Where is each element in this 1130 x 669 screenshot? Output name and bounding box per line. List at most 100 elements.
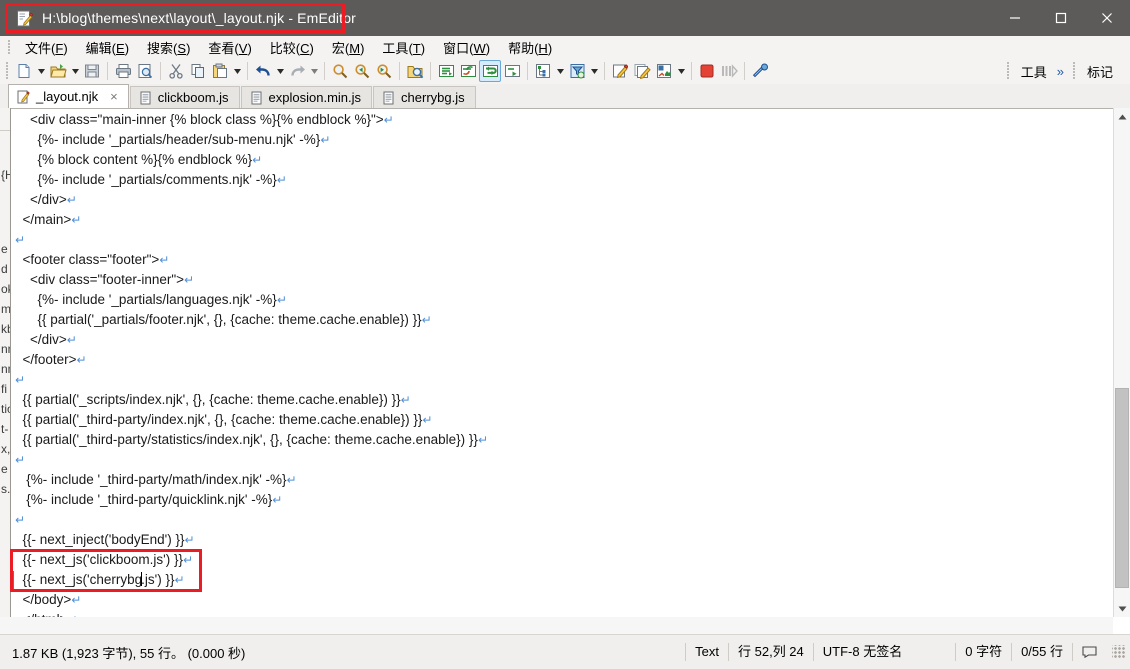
toolbar: 工具 » 标记 xyxy=(0,58,1130,85)
menu-item-macro[interactable]: 宏(M) xyxy=(323,36,374,59)
eol-marker: ↵ xyxy=(71,593,82,607)
horizontal-scrollbar[interactable] xyxy=(0,617,1113,634)
new-file-dropdown[interactable] xyxy=(35,60,47,82)
status-caret-position[interactable]: 行 52,列 24 xyxy=(728,643,813,661)
status-right-group: Text 行 52,列 24 UTF-8 无签名 0 字符 0/55 行 xyxy=(685,641,1130,663)
tab-explosion-min-js[interactable]: explosion.min.js xyxy=(240,86,373,108)
tab-layout-njk[interactable]: _layout.njk × xyxy=(8,84,129,108)
scroll-down-icon[interactable] xyxy=(1114,600,1130,617)
stop-icon[interactable] xyxy=(696,60,718,82)
find-icon[interactable] xyxy=(329,60,351,82)
menu-item-search[interactable]: 搜索(S) xyxy=(138,36,199,59)
outline-dropdown[interactable] xyxy=(554,60,566,82)
code-line: </div>↵ xyxy=(15,332,77,347)
tab-clickboom-js[interactable]: clickboom.js xyxy=(129,86,240,108)
undo-icon[interactable] xyxy=(252,60,274,82)
menu-item-view[interactable]: 查看(V) xyxy=(199,36,260,59)
vertical-scrollbar-thumb[interactable] xyxy=(1115,388,1129,588)
macro-play-icon[interactable] xyxy=(631,60,653,82)
menu-item-compare[interactable]: 比较(C) xyxy=(261,36,323,59)
eol-marker: ↵ xyxy=(174,573,185,587)
side-panel-line: e xyxy=(1,242,8,256)
close-icon[interactable] xyxy=(1084,0,1130,36)
filter-icon[interactable] xyxy=(566,60,588,82)
js-file-icon xyxy=(139,91,152,105)
replace-next-icon[interactable] xyxy=(501,60,523,82)
replace-in-files-icon[interactable] xyxy=(457,60,479,82)
status-encoding[interactable]: UTF-8 无签名 xyxy=(812,643,911,661)
eol-marker: ↵ xyxy=(66,333,77,347)
new-file-icon[interactable] xyxy=(13,60,35,82)
step-icon[interactable] xyxy=(718,60,740,82)
cut-icon[interactable] xyxy=(165,60,187,82)
macro-record-icon[interactable] xyxy=(609,60,631,82)
speech-bubble-icon[interactable] xyxy=(1072,643,1106,661)
vertical-scrollbar[interactable] xyxy=(1113,108,1130,617)
print-icon[interactable] xyxy=(112,60,134,82)
status-file-type[interactable]: Text xyxy=(685,643,728,661)
save-icon[interactable] xyxy=(81,60,103,82)
code-line: </body>↵ xyxy=(15,592,82,607)
code-line: {{ partial('_third-party/statistics/inde… xyxy=(15,432,489,447)
toolbar-separator xyxy=(247,62,248,80)
paste-dropdown[interactable] xyxy=(231,60,243,82)
status-selected-lines: 0/55 行 xyxy=(1011,643,1072,661)
code-line: {%- include '_partials/languages.njk' -%… xyxy=(15,292,287,307)
find-in-files-icon[interactable] xyxy=(404,60,426,82)
replace-all-icon[interactable] xyxy=(479,60,501,82)
replace-icon[interactable] xyxy=(435,60,457,82)
menu-item-help[interactable]: 帮助(H) xyxy=(499,36,561,59)
code-text[interactable]: <div class="main-inner {% block class %}… xyxy=(15,110,1085,632)
side-panel-line: nn xyxy=(1,362,10,376)
redo-dropdown[interactable] xyxy=(308,60,320,82)
code-line: ↵ xyxy=(15,450,1085,470)
copy-icon[interactable] xyxy=(187,60,209,82)
toolbar-separator xyxy=(691,62,692,80)
clipped-side-panel[interactable]: {H e d ok m kb nn nn fi tio t- x,j e s.j xyxy=(0,108,11,634)
eol-marker: ↵ xyxy=(184,273,195,287)
open-file-icon[interactable] xyxy=(47,60,69,82)
customize-icon[interactable] xyxy=(749,60,771,82)
code-line: {{- next_inject('bodyEnd') }}↵ xyxy=(15,532,195,547)
find-next-icon[interactable] xyxy=(373,60,395,82)
mark-toolbar-grip[interactable] xyxy=(1072,62,1076,80)
toolbar-overflow-tools-label[interactable]: 工具 xyxy=(1014,61,1054,82)
menu-item-window[interactable]: 窗口(W) xyxy=(434,36,499,59)
toolbar-drag-grip[interactable] xyxy=(6,62,9,80)
menu-item-file[interactable]: 文件(F) xyxy=(16,36,77,59)
toolbar-overflow-grip[interactable] xyxy=(1006,62,1010,80)
eol-marker: ↵ xyxy=(15,233,26,247)
open-file-dropdown[interactable] xyxy=(69,60,81,82)
find-previous-icon[interactable] xyxy=(351,60,373,82)
minimize-icon[interactable] xyxy=(992,0,1038,36)
eol-marker: ↵ xyxy=(320,133,331,147)
side-panel-line: t- xyxy=(1,422,9,436)
undo-dropdown[interactable] xyxy=(274,60,286,82)
paste-icon[interactable] xyxy=(209,60,231,82)
eol-marker: ↵ xyxy=(15,513,26,527)
resize-grip[interactable] xyxy=(1112,645,1126,659)
chevron-double-right-icon[interactable]: » xyxy=(1054,64,1067,79)
print-preview-icon[interactable] xyxy=(134,60,156,82)
toolbar-separator xyxy=(107,62,108,80)
macro-select-icon[interactable] xyxy=(653,60,675,82)
macro-dropdown[interactable] xyxy=(675,60,687,82)
menu-item-edit[interactable]: 编辑(E) xyxy=(77,36,138,59)
outline-icon[interactable] xyxy=(532,60,554,82)
title-bar-left: H:\blog\themes\next\layout\_layout.njk -… xyxy=(16,0,356,36)
tab-cherrybg-js[interactable]: cherrybg.js xyxy=(373,86,476,108)
code-line: ↵ xyxy=(15,370,1085,390)
tab-close-icon[interactable]: × xyxy=(110,89,118,104)
side-panel-line: nn xyxy=(1,342,10,356)
filter-dropdown[interactable] xyxy=(588,60,600,82)
eol-marker: ↵ xyxy=(252,153,263,167)
toolbar-mark-label[interactable]: 标记 xyxy=(1080,61,1120,82)
menu-item-tools[interactable]: 工具(T) xyxy=(373,36,434,59)
scroll-up-icon[interactable] xyxy=(1114,108,1130,125)
toolbar-separator xyxy=(399,62,400,80)
menu-drag-grip[interactable] xyxy=(8,40,11,54)
redo-icon[interactable] xyxy=(286,60,308,82)
code-line: {{- next_js('cherrybg.js') }}↵ xyxy=(15,572,185,587)
maximize-icon[interactable] xyxy=(1038,0,1084,36)
tab-label: _layout.njk xyxy=(36,89,99,104)
